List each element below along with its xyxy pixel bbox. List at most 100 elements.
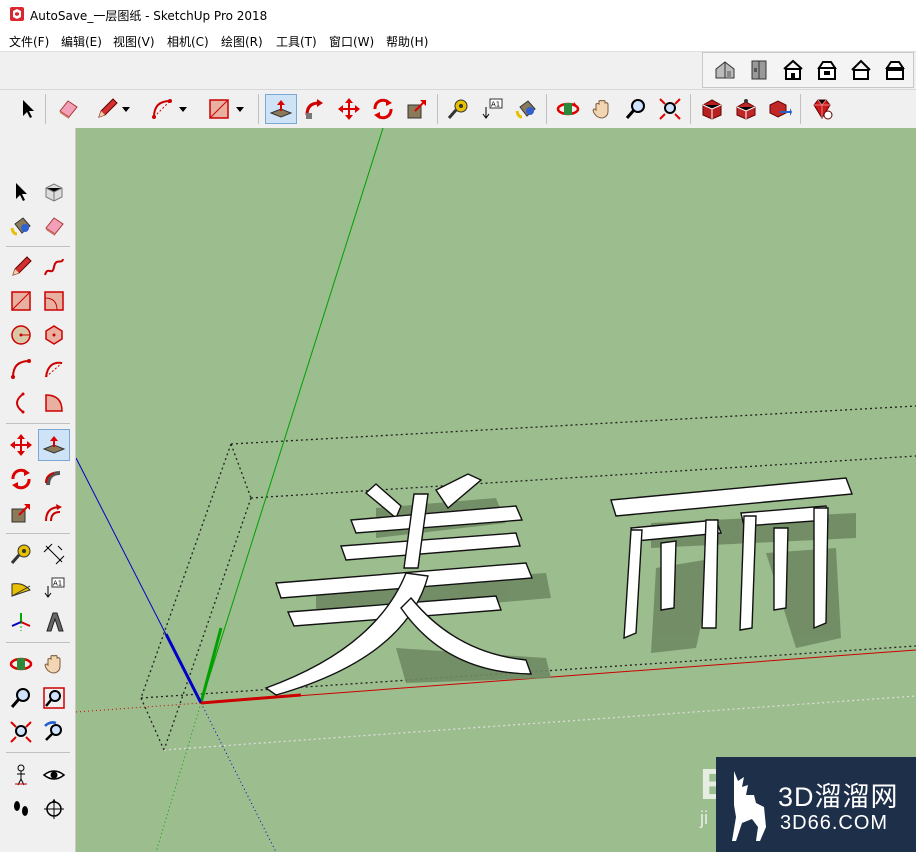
menu-view[interactable]: 视图(V) — [113, 33, 155, 50]
right-view-button[interactable] — [813, 56, 841, 84]
paint-bucket-tool-button[interactable] — [7, 212, 35, 240]
rectangle-dropdown-button[interactable] — [233, 95, 247, 123]
scale-tool-button[interactable] — [7, 499, 35, 527]
menu-draw[interactable]: 绘图(R) — [221, 33, 263, 50]
orbit-icon — [556, 102, 580, 116]
front-view-icon — [783, 59, 803, 80]
zoom-tool-button[interactable] — [622, 95, 650, 123]
select-tool-button[interactable] — [7, 178, 35, 206]
tape-measure-icon — [447, 99, 468, 119]
share-model-icon — [769, 100, 792, 118]
menu-window[interactable]: 窗口(W) — [329, 33, 374, 50]
panel-separator — [6, 423, 70, 424]
offset-icon — [45, 504, 62, 522]
menu-edit[interactable]: 编辑(E) — [61, 33, 102, 50]
panel-separator — [6, 752, 70, 753]
rotate-tool-button[interactable] — [7, 465, 35, 493]
caret-down-icon — [236, 107, 244, 112]
three-point-arc-tool-button[interactable] — [7, 389, 35, 417]
3d-warehouse-button[interactable] — [698, 95, 726, 123]
pan-tool-button[interactable] — [40, 650, 68, 678]
menu-tools[interactable]: 工具(T) — [276, 33, 317, 50]
dimension-tool-button[interactable] — [40, 540, 68, 568]
polygon-tool-button[interactable] — [40, 321, 68, 349]
component-cube-icon — [45, 183, 63, 202]
orbit-tool-button[interactable] — [7, 650, 35, 678]
follow-me-tool-button[interactable] — [40, 465, 68, 493]
protractor-icon — [11, 583, 31, 597]
rectangle-tool-button[interactable] — [7, 287, 35, 315]
menu-file[interactable]: 文件(F) — [9, 33, 49, 50]
rectangle-tool-button[interactable] — [205, 95, 233, 123]
iso-view-button[interactable] — [711, 56, 739, 84]
make-component-button[interactable] — [40, 178, 68, 206]
pie-tool-button[interactable] — [40, 389, 68, 417]
push-pull-tool-button[interactable] — [265, 94, 297, 124]
arc-tool-button[interactable] — [148, 95, 176, 123]
select-tool-button[interactable] — [14, 95, 42, 123]
freehand-tool-button[interactable] — [40, 253, 68, 281]
rotated-rectangle-tool-button[interactable] — [40, 287, 68, 315]
line-tool-button[interactable] — [7, 253, 35, 281]
axes-tool-button[interactable] — [7, 608, 35, 636]
zoom-extents-tool-button[interactable] — [7, 718, 35, 746]
back-view-button[interactable] — [847, 56, 875, 84]
tape-measure-tool-button[interactable] — [444, 95, 472, 123]
front-view-button[interactable] — [779, 56, 807, 84]
menu-help[interactable]: 帮助(H) — [386, 33, 428, 50]
offset-tool-button[interactable] — [40, 499, 68, 527]
scale-icon — [11, 504, 30, 523]
arc-tool-button[interactable] — [7, 355, 35, 383]
magnifier-icon — [625, 99, 645, 119]
zoom-window-tool-button[interactable] — [40, 684, 68, 712]
top-view-button[interactable] — [745, 56, 773, 84]
zoom-tool-button[interactable] — [7, 684, 35, 712]
arrow-cursor-icon — [23, 100, 34, 118]
text-tool-button[interactable]: A1 — [478, 95, 506, 123]
move-tool-button[interactable] — [335, 95, 363, 123]
orbit-tool-button[interactable] — [554, 95, 582, 123]
3d-text-tool-button[interactable] — [40, 608, 68, 636]
text-tool-button[interactable]: A1 — [40, 574, 68, 602]
protractor-tool-button[interactable] — [7, 574, 35, 602]
footprints-icon — [14, 801, 28, 816]
circle-tool-button[interactable] — [7, 321, 35, 349]
3d-text-icon — [46, 612, 64, 632]
walk-tool-button[interactable] — [7, 795, 35, 823]
menu-bar: 文件(F) 编辑(E) 视图(V) 相机(C) 绘图(R) 工具(T) 窗口(W… — [0, 30, 916, 51]
extension-manager-button[interactable] — [808, 95, 836, 123]
panel-separator — [6, 533, 70, 534]
position-camera-tool-button[interactable] — [7, 761, 35, 789]
caret-down-icon — [122, 107, 130, 112]
look-around-tool-button[interactable] — [40, 761, 68, 789]
scale-tool-button[interactable] — [403, 95, 431, 123]
polygon-icon — [45, 325, 63, 345]
eraser-tool-button[interactable] — [54, 95, 82, 123]
previous-view-button[interactable] — [40, 718, 68, 746]
arc-dropdown-button[interactable] — [176, 95, 190, 123]
extension-warehouse-button[interactable] — [732, 95, 760, 123]
push-pull-tool-button[interactable] — [38, 429, 70, 461]
eraser-tool-button[interactable] — [40, 212, 68, 240]
line-dropdown-button[interactable] — [119, 95, 133, 123]
svg-text:A1: A1 — [491, 101, 500, 109]
panel-separator — [6, 246, 70, 247]
model-scene — [76, 128, 916, 852]
back-view-icon — [851, 59, 871, 80]
share-model-button[interactable] — [766, 95, 794, 123]
rotate-tool-button[interactable] — [369, 95, 397, 123]
move-tool-button[interactable] — [7, 431, 35, 459]
tape-measure-tool-button[interactable] — [7, 540, 35, 568]
drawing-viewport[interactable]: 美 丽 — [76, 128, 916, 852]
pan-tool-button[interactable] — [588, 95, 616, 123]
main-toolbar: A1 — [0, 89, 916, 129]
two-point-arc-tool-button[interactable] — [40, 355, 68, 383]
hand-icon — [44, 655, 61, 674]
section-plane-tool-button[interactable] — [40, 795, 68, 823]
line-tool-button[interactable] — [93, 95, 121, 123]
paint-bucket-tool-button[interactable] — [512, 95, 540, 123]
left-view-button[interactable] — [881, 56, 909, 84]
menu-camera[interactable]: 相机(C) — [167, 33, 209, 50]
zoom-extents-tool-button[interactable] — [656, 95, 684, 123]
follow-me-tool-button[interactable] — [301, 95, 329, 123]
